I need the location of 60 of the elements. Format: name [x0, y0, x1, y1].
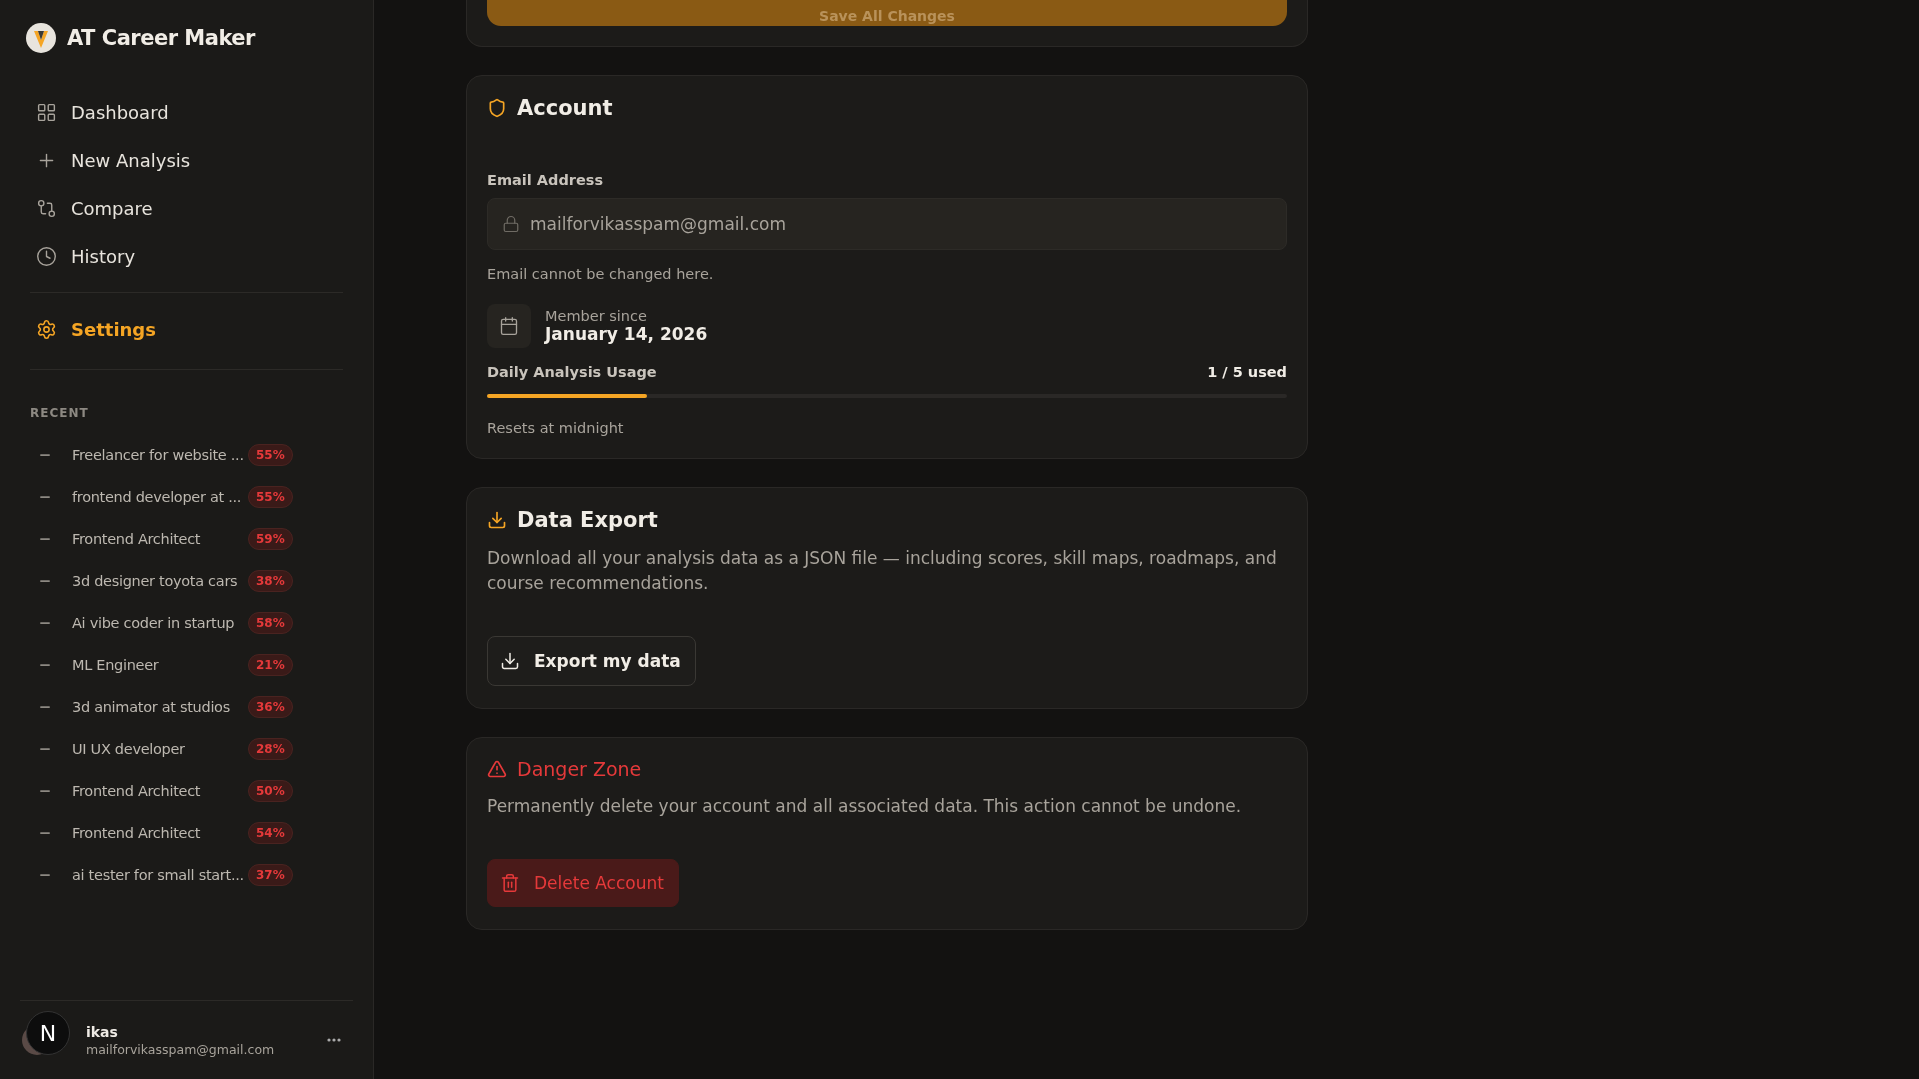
user-name: ikas [86, 1023, 119, 1040]
recent-item[interactable]: ML Engineer 21% [0, 644, 373, 686]
score-badge: 55% [248, 486, 293, 508]
recent-item[interactable]: Frontend Architect 54% [0, 812, 373, 854]
download-icon [487, 510, 507, 530]
field-hint: Email cannot be changed here. [487, 266, 715, 282]
warning-icon [487, 759, 507, 779]
settings-icon [36, 318, 57, 340]
app-title: AT Career Maker [67, 26, 255, 50]
lock-icon [502, 215, 520, 233]
nav-item[interactable]: Settings [30, 307, 343, 351]
score-badge: 54% [248, 822, 293, 844]
recent-item[interactable]: 3d designer toyota cars 38% [0, 560, 373, 602]
member-date: January 14, 2026 [545, 324, 708, 344]
score-badge: 36% [248, 696, 293, 718]
score-badge: 28% [248, 738, 293, 760]
score-badge: 37% [248, 864, 293, 886]
card-description: Permanently delete your account and all associated data. This action cannot be undone. [487, 795, 1243, 818]
dev-badge[interactable]: N [26, 1011, 70, 1055]
score-badge: 55% [248, 444, 293, 466]
score-badge: 58% [248, 612, 293, 634]
user-email: mailforvikasspam@gmail.com [86, 1041, 275, 1057]
nav-item[interactable]: Dashboard [30, 90, 343, 134]
nav-item[interactable]: Compare [30, 186, 343, 230]
recent-item[interactable]: Freelancer for website ... 55% [0, 434, 373, 476]
recent-item[interactable]: frontend developer at ... 55% [0, 476, 373, 518]
usage-note: Resets at midnight [487, 420, 625, 436]
email-field[interactable]: mailforvikasspam@gmail.com [487, 198, 1287, 250]
grid-icon [36, 101, 57, 123]
recent-item[interactable]: Frontend Architect 59% [0, 518, 373, 560]
logo-icon [25, 22, 57, 54]
trash-icon [500, 873, 520, 893]
nav-item[interactable]: New Analysis [30, 138, 343, 182]
download-icon [500, 651, 520, 671]
usage-reading: 1 / 5 used [1207, 364, 1287, 380]
export-button[interactable]: Export my data [487, 636, 696, 686]
card-description: Download all your analysis data as a JSON file — including scores, skill maps, roadmaps, and course recommendations. [487, 547, 1278, 595]
field-label: Email Address [487, 172, 604, 188]
score-badge: 38% [248, 570, 293, 592]
recent-item[interactable]: Ai vibe coder in startup 58% [0, 602, 373, 644]
nav-item[interactable]: History [30, 234, 343, 278]
card-title: Data Export [517, 508, 658, 532]
more-button[interactable] [325, 1036, 343, 1044]
recent-item[interactable]: Frontend Architect 50% [0, 770, 373, 812]
section-heading: RECENT [29, 406, 90, 422]
more-icon [327, 1038, 341, 1042]
recent-item[interactable]: 3d animator at studios 36% [0, 686, 373, 728]
usage-label: Daily Analysis Usage [487, 364, 657, 380]
recent-item[interactable]: ai tester for small start... 37% [0, 854, 373, 896]
score-badge: 21% [248, 654, 293, 676]
compare-icon [36, 197, 57, 219]
member-label: Member since [545, 308, 648, 324]
calendar-icon [487, 304, 531, 348]
recent-item[interactable]: UI UX developer 28% [0, 728, 373, 770]
card-title: Danger Zone [517, 758, 642, 780]
clock-icon [36, 245, 57, 267]
score-badge: 59% [248, 528, 293, 550]
shield-icon [487, 98, 507, 118]
score-badge: 50% [248, 780, 293, 802]
card-title: Account [517, 96, 613, 120]
